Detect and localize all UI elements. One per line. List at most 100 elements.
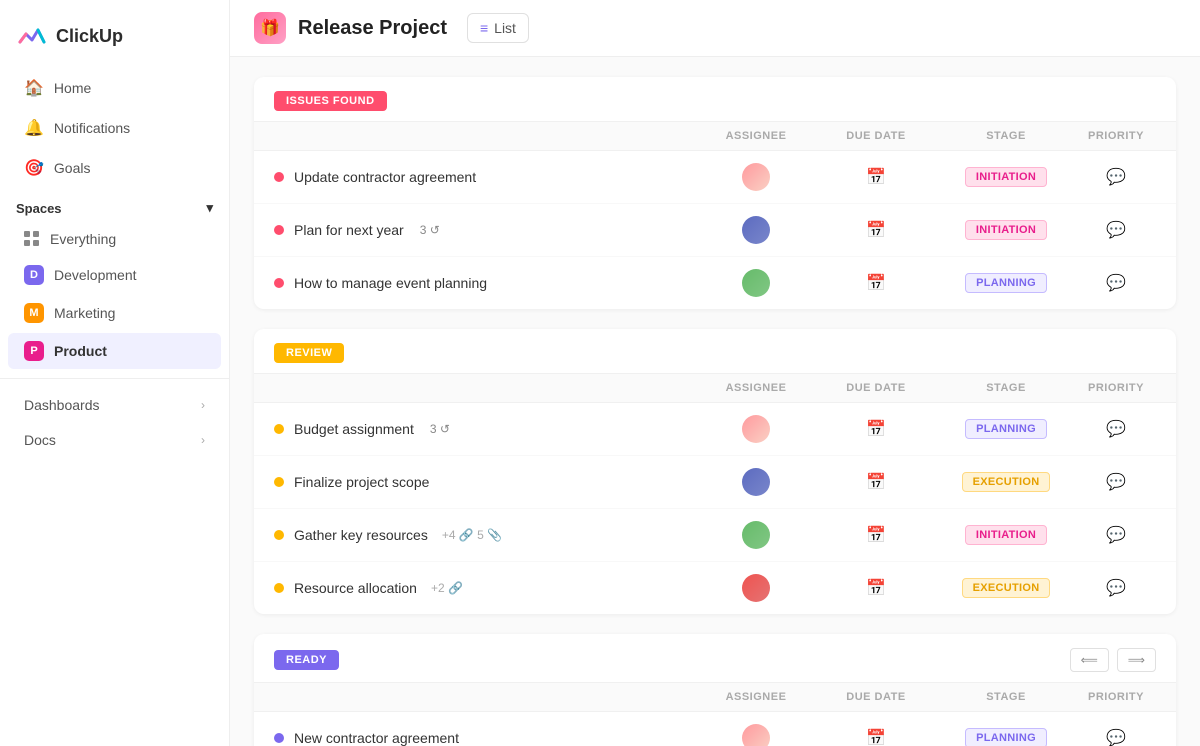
ready-controls: ⟸ ⟹ <box>1070 648 1156 672</box>
priority-icon: 💬 <box>1106 472 1126 492</box>
task-dot-yellow <box>274 424 284 434</box>
ready-control-btn-1[interactable]: ⟸ <box>1070 648 1109 672</box>
logo[interactable]: ClickUp <box>0 12 229 68</box>
logo-text: ClickUp <box>56 26 123 47</box>
table-row[interactable]: Finalize project scope 📅 EXECUTION 💬 <box>254 456 1176 509</box>
table-row[interactable]: Plan for next year 3 ↺ 📅 INITIATION 💬 <box>254 204 1176 257</box>
stage-badge-initiation: INITIATION <box>965 525 1047 545</box>
task-name: New contractor agreement <box>294 730 459 746</box>
topbar: 🎁 Release Project ≡ List <box>230 0 1200 57</box>
avatar <box>742 521 770 549</box>
calendar-icon: 📅 <box>866 220 886 240</box>
col-stage-3: STAGE <box>936 691 1076 703</box>
due-date-cell: 📅 <box>816 419 936 439</box>
task-name-cell: Budget assignment 3 ↺ <box>274 421 696 437</box>
col-task <box>274 130 696 142</box>
priority-icon: 💬 <box>1106 220 1126 240</box>
spaces-section-header[interactable]: Spaces ▾ <box>0 188 229 222</box>
avatar <box>742 574 770 602</box>
task-name: Finalize project scope <box>294 474 429 490</box>
col-priority-2: PRIORITY <box>1076 382 1156 394</box>
clickup-logo-icon <box>16 20 48 52</box>
task-name: Update contractor agreement <box>294 169 476 185</box>
marketing-space-dot: M <box>24 303 44 323</box>
section-review: REVIEW ASSIGNEE DUE DATE STAGE PRIORITY … <box>254 329 1176 614</box>
assignee-cell <box>696 269 816 297</box>
stage-cell: INITIATION <box>936 167 1076 187</box>
product-space-dot: P <box>24 341 44 361</box>
table-row[interactable]: How to manage event planning 📅 PLANNING … <box>254 257 1176 309</box>
col-task <box>274 382 696 394</box>
goals-icon: 🎯 <box>24 158 44 178</box>
development-space-dot: D <box>24 265 44 285</box>
priority-cell: 💬 <box>1076 419 1156 439</box>
stage-badge-initiation: INITIATION <box>965 220 1047 240</box>
issues-col-headers: ASSIGNEE DUE DATE STAGE PRIORITY <box>254 122 1176 151</box>
stage-badge-initiation: INITIATION <box>965 167 1047 187</box>
spaces-collapse-icon: ▾ <box>206 200 213 216</box>
priority-cell: 💬 <box>1076 728 1156 746</box>
main-content: 🎁 Release Project ≡ List ISSUES FOUND AS… <box>230 0 1200 746</box>
dashboards-label: Dashboards <box>24 397 100 413</box>
table-row[interactable]: Update contractor agreement 📅 INITIATION… <box>254 151 1176 204</box>
task-dot-red <box>274 225 284 235</box>
task-name-cell: Plan for next year 3 ↺ <box>274 222 696 238</box>
docs-label: Docs <box>24 432 56 448</box>
assignee-cell <box>696 574 816 602</box>
list-view-icon: ≡ <box>480 20 488 36</box>
avatar <box>742 415 770 443</box>
priority-cell: 💬 <box>1076 578 1156 598</box>
project-icon: 🎁 <box>254 12 286 44</box>
calendar-icon: 📅 <box>866 419 886 439</box>
due-date-cell: 📅 <box>816 167 936 187</box>
ready-badge: READY <box>274 650 339 670</box>
sidebar-item-development[interactable]: D Development <box>8 257 221 293</box>
task-meta-links: +2 🔗 <box>431 581 463 595</box>
project-title: Release Project <box>298 17 447 40</box>
assignee-cell <box>696 724 816 746</box>
table-row[interactable]: New contractor agreement 📅 PLANNING 💬 <box>254 712 1176 746</box>
bell-icon: 🔔 <box>24 118 44 138</box>
table-row[interactable]: Gather key resources +4 🔗 5 📎 📅 INITIATI… <box>254 509 1176 562</box>
table-row[interactable]: Resource allocation +2 🔗 📅 EXECUTION 💬 <box>254 562 1176 614</box>
sidebar-item-home-label: Home <box>54 80 91 96</box>
sidebar-item-marketing[interactable]: M Marketing <box>8 295 221 331</box>
sidebar-item-goals-label: Goals <box>54 160 91 176</box>
stage-badge-planning: PLANNING <box>965 728 1047 746</box>
avatar <box>742 724 770 746</box>
sidebar-item-home[interactable]: 🏠 Home <box>8 69 221 107</box>
task-dot-yellow <box>274 583 284 593</box>
sidebar-item-goals[interactable]: 🎯 Goals <box>8 149 221 187</box>
table-row[interactable]: Budget assignment 3 ↺ 📅 PLANNING 💬 <box>254 403 1176 456</box>
chevron-right-icon-docs: › <box>201 433 205 447</box>
task-name-cell: Gather key resources +4 🔗 5 📎 <box>274 527 696 543</box>
due-date-cell: 📅 <box>816 525 936 545</box>
col-stage-2: STAGE <box>936 382 1076 394</box>
content-area: ISSUES FOUND ASSIGNEE DUE DATE STAGE PRI… <box>230 57 1200 746</box>
sidebar-space-product-label: Product <box>54 343 107 359</box>
priority-icon: 💬 <box>1106 273 1126 293</box>
task-name: How to manage event planning <box>294 275 487 291</box>
priority-icon: 💬 <box>1106 525 1126 545</box>
sidebar-item-everything[interactable]: Everything <box>8 223 221 255</box>
section-issues-found: ISSUES FOUND ASSIGNEE DUE DATE STAGE PRI… <box>254 77 1176 309</box>
sidebar-item-docs[interactable]: Docs › <box>8 423 221 457</box>
priority-icon: 💬 <box>1106 578 1126 598</box>
calendar-icon: 📅 <box>866 525 886 545</box>
sidebar-item-product[interactable]: P Product <box>8 333 221 369</box>
calendar-icon: 📅 <box>866 728 886 746</box>
col-priority-3: PRIORITY <box>1076 691 1156 703</box>
sidebar-item-dashboards[interactable]: Dashboards › <box>8 388 221 422</box>
priority-icon: 💬 <box>1106 728 1126 746</box>
ready-control-btn-2[interactable]: ⟹ <box>1117 648 1156 672</box>
avatar <box>742 269 770 297</box>
task-name: Resource allocation <box>294 580 417 596</box>
calendar-icon: 📅 <box>866 167 886 187</box>
task-dot-red <box>274 172 284 182</box>
sidebar-item-notifications[interactable]: 🔔 Notifications <box>8 109 221 147</box>
stage-cell: EXECUTION <box>936 472 1076 492</box>
list-view-button[interactable]: ≡ List <box>467 13 529 43</box>
task-name-cell: Resource allocation +2 🔗 <box>274 580 696 596</box>
stage-cell: PLANNING <box>936 273 1076 293</box>
task-name-cell: Finalize project scope <box>274 474 696 490</box>
